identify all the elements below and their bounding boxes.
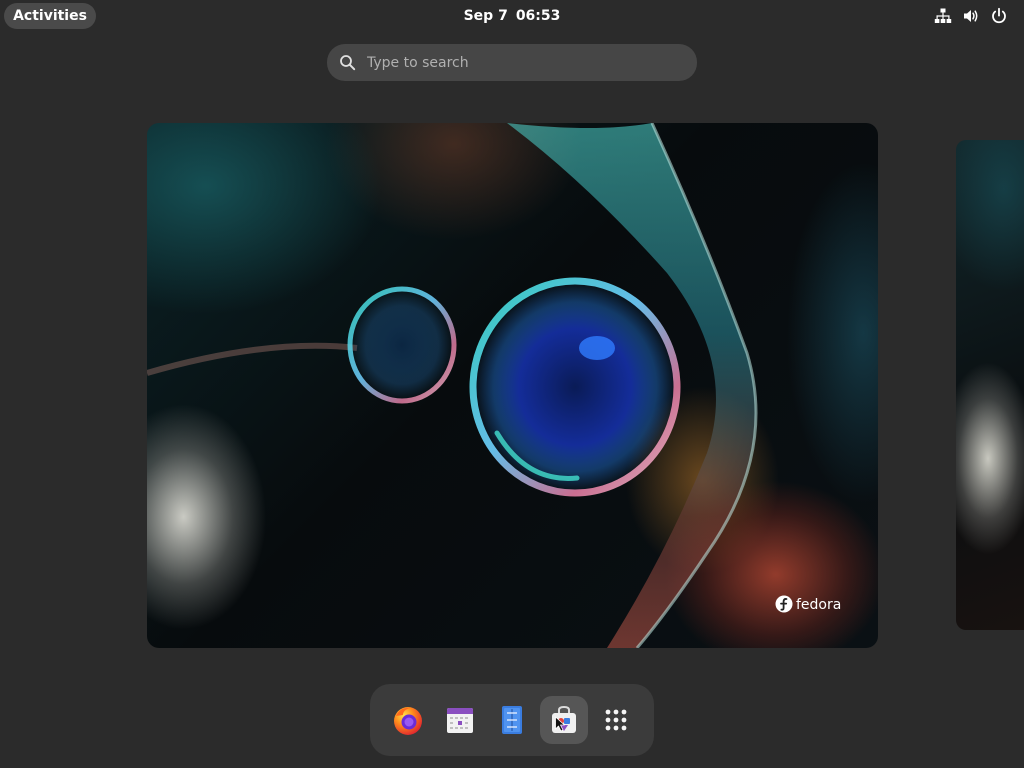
clock[interactable]: Sep 7 06:53 <box>412 3 612 29</box>
search-input[interactable] <box>367 44 687 81</box>
dock-item-software[interactable] <box>540 696 588 744</box>
show-apps-icon <box>605 709 627 731</box>
top-bar: Activities Sep 7 06:53 <box>0 0 1024 32</box>
overview-screen: Activities Sep 7 06:53 Type to search fe… <box>0 0 1024 768</box>
dock <box>370 684 654 756</box>
wallpaper-image <box>147 123 758 648</box>
clock-time: 06:53 <box>515 8 561 24</box>
firefox-icon <box>394 707 422 735</box>
dock-item-show-apps[interactable] <box>592 696 640 744</box>
dock-item-firefox[interactable] <box>384 696 432 744</box>
workspace-thumbnail[interactable]: fedora <box>147 123 878 648</box>
network-wired-icon[interactable] <box>934 7 952 25</box>
fedora-logo: fedora <box>775 593 845 615</box>
dock-item-text-editor[interactable] <box>488 696 536 744</box>
power-icon[interactable] <box>990 7 1008 25</box>
fedora-logo-text: fedora <box>796 597 841 613</box>
activities-button[interactable]: Activities <box>4 3 96 29</box>
search-box[interactable] <box>327 44 697 81</box>
clock-date: Sep 7 <box>463 8 508 24</box>
text-editor-icon <box>502 706 522 734</box>
dock-item-calendar[interactable] <box>436 696 484 744</box>
search-icon <box>339 54 356 71</box>
calendar-icon <box>447 708 473 733</box>
next-workspace-thumbnail[interactable] <box>956 140 1024 630</box>
volume-icon[interactable] <box>962 7 980 25</box>
mouse-pointer-icon <box>555 716 565 732</box>
